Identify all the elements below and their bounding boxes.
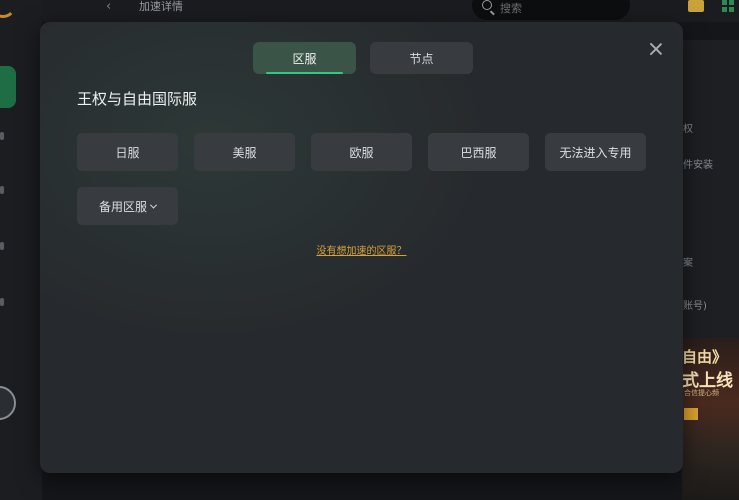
tab-label: 节点 [409,51,434,66]
rail-active-item[interactable] [0,66,16,108]
missing-server-link[interactable]: 没有想加速的区服？ [40,242,683,257]
page-title: 加速详情 [139,0,183,13]
server-button-eu[interactable]: 欧服 [311,133,412,171]
search-placeholder: 搜索 [500,2,522,15]
tab-active-indicator [266,72,343,74]
side-text: 案 [683,258,693,269]
search-icon [482,0,492,10]
back-icon[interactable]: ‹ [106,0,111,14]
tab-region[interactable]: 区服 [253,42,356,74]
topbar: ‹ 加速详情 搜索 [42,0,739,22]
side-text: 件安装 [683,160,713,171]
rail-item[interactable] [0,186,4,194]
close-icon[interactable] [648,41,664,57]
promo-title: 自由》 [682,348,728,366]
rail-item[interactable] [0,298,4,306]
promo-caption: 合信提心频 [684,389,719,397]
left-rail [0,0,42,500]
avatar[interactable] [0,386,16,420]
tab-node[interactable]: 节点 [370,42,473,74]
backup-server-dropdown[interactable]: 备用区服 [77,187,178,225]
server-select-modal: 区服 节点 王权与自由国际服 日服 美服 欧服 巴西服 无法进入专用 备用区服 … [40,22,683,473]
chevron-down-icon [149,201,158,209]
side-text: 权 [683,124,693,135]
server-button-br[interactable]: 巴西服 [428,133,529,171]
gift-icon[interactable] [688,0,704,12]
promo-badge [684,408,698,420]
rail-item[interactable] [0,242,4,250]
tab-label: 区服 [292,51,317,66]
server-grid: 日服 美服 欧服 巴西服 无法进入专用 备用区服 [77,133,647,225]
side-text: 账号) [683,301,707,312]
rail-item[interactable] [0,132,4,140]
server-button-us[interactable]: 美服 [194,133,295,171]
search-input[interactable]: 搜索 [472,0,630,20]
logo-icon [0,0,16,18]
apps-grid-icon[interactable] [722,0,734,12]
game-title: 王权与自由国际服 [77,90,198,108]
backup-server-label: 备用区服 [98,199,147,214]
server-button-cannot-enter[interactable]: 无法进入专用 [545,133,646,171]
modal-tabs: 区服 节点 [253,42,473,74]
server-button-jp[interactable]: 日服 [77,133,178,171]
